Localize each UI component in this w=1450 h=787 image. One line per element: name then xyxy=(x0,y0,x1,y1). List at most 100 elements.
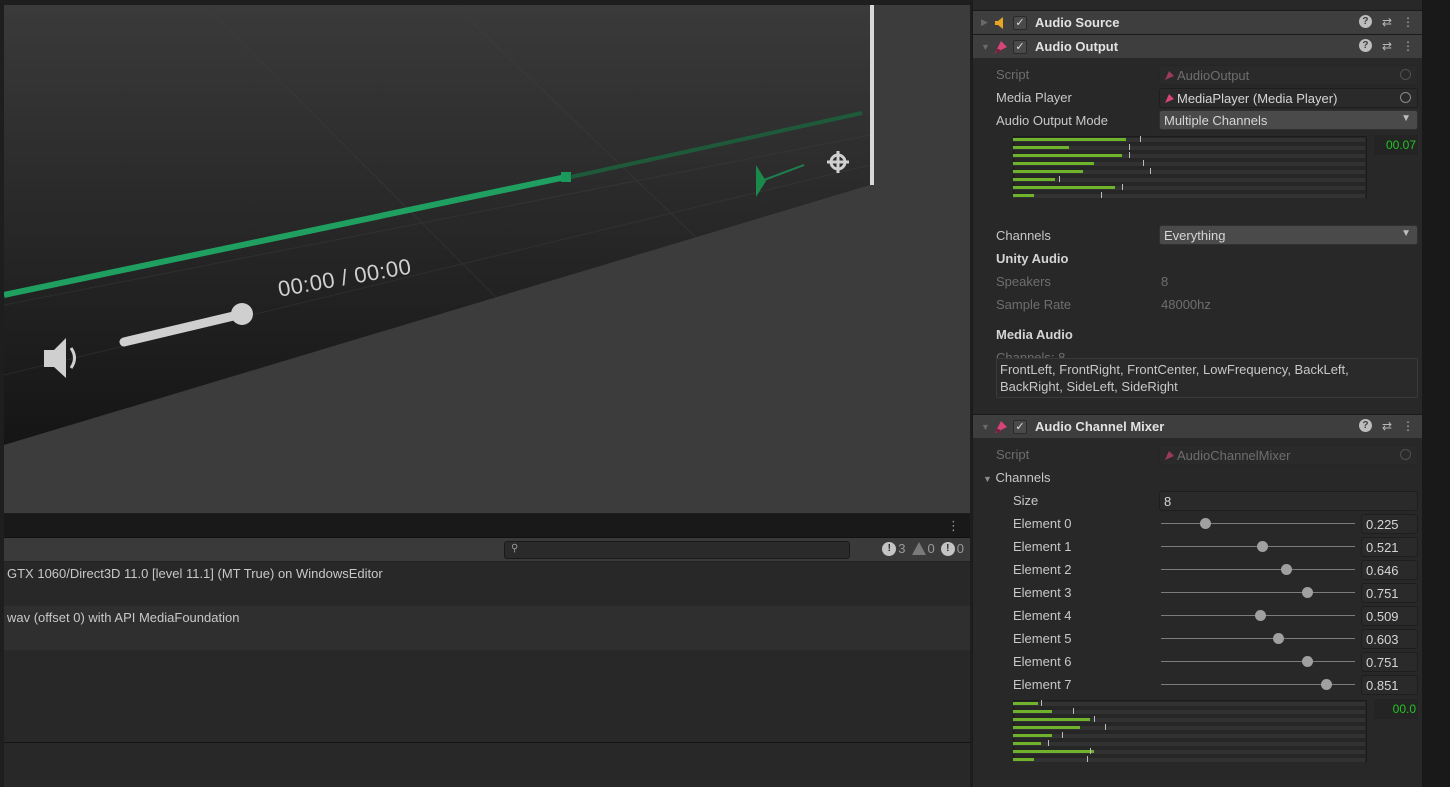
media-player-field[interactable]: MediaPlayer (Media Player) xyxy=(1159,88,1418,108)
audio-source-icon xyxy=(993,15,1009,31)
peak-marker xyxy=(1139,136,1141,142)
element-value-input[interactable]: 0.521 xyxy=(1361,537,1418,557)
size-input[interactable]: 8 xyxy=(1159,491,1418,511)
media-audio-heading: Media Audio xyxy=(996,327,1073,342)
element-slider-track[interactable] xyxy=(1161,564,1355,575)
progress-handle[interactable] xyxy=(561,172,571,182)
log-count: 0 xyxy=(956,541,964,556)
element-value-input[interactable]: 0.225 xyxy=(1361,514,1418,534)
warning-toggle[interactable]: 0 xyxy=(911,541,935,556)
element-slider-knob[interactable] xyxy=(1257,541,1269,552)
channels-dropdown[interactable]: Everything ▼ xyxy=(1159,225,1418,245)
element-slider-knob[interactable] xyxy=(1281,564,1293,575)
audio-output-icon xyxy=(993,39,1009,55)
level-fill xyxy=(1013,734,1052,737)
channel-level-bar xyxy=(1013,152,1365,158)
script-row: Script AudioOutput xyxy=(973,63,1422,86)
help-icon[interactable]: ? xyxy=(1358,15,1372,28)
error-count: 3 xyxy=(898,541,906,556)
element-slider-knob[interactable] xyxy=(1199,518,1211,529)
volume-knob[interactable] xyxy=(231,303,253,325)
foldout-arrow-icon: ▼ xyxy=(983,474,992,484)
element-slider-track[interactable] xyxy=(1161,656,1355,667)
output-level-meter: 00.07 xyxy=(973,132,1422,224)
info-icon: ! xyxy=(940,541,955,556)
console-log-row[interactable]: GTX 1060/Direct3D 11.0 [level 11.1] (MT … xyxy=(4,562,970,606)
foldout-arrow-icon[interactable]: ▶ xyxy=(981,17,993,28)
element-slider-knob[interactable] xyxy=(1254,610,1266,621)
level-fill xyxy=(1013,702,1038,705)
channels-foldout[interactable]: ▼ Channels xyxy=(983,470,1050,485)
mixer-element-row: Element 6 0.751 xyxy=(973,650,1422,673)
error-icon: ! xyxy=(882,541,897,556)
scene-view[interactable]: 00:00 / 00:00 xyxy=(4,5,970,513)
element-slider-track[interactable] xyxy=(1161,610,1355,621)
error-toggle[interactable]: ! 3 xyxy=(882,541,906,556)
audio-output-header[interactable]: ▼ ✓ Audio Output ? ⇄ ⋮ xyxy=(973,34,1422,58)
element-slider-knob[interactable] xyxy=(1301,587,1313,598)
script-icon xyxy=(1164,69,1175,80)
element-value-input[interactable]: 0.603 xyxy=(1361,629,1418,649)
component-menu-icon[interactable]: ⋮ xyxy=(1402,419,1414,433)
channel-level-bar xyxy=(1013,144,1365,150)
peak-marker xyxy=(1093,716,1095,722)
log-toggle[interactable]: ! 0 xyxy=(940,541,964,556)
output-mode-dropdown[interactable]: Multiple Channels ▼ xyxy=(1159,110,1418,130)
level-fill xyxy=(1013,186,1116,189)
foldout-arrow-icon[interactable]: ▼ xyxy=(981,42,993,52)
console-search-input[interactable]: ⚲ xyxy=(504,541,850,559)
channel-level-bar xyxy=(1013,708,1365,714)
mixer-channels-row[interactable]: ▼ Channels xyxy=(973,466,1422,489)
sample-rate-value: 48000hz xyxy=(1161,297,1211,312)
object-picker-icon xyxy=(1400,69,1411,80)
element-value-input[interactable]: 0.751 xyxy=(1361,652,1418,672)
channel-level-bar xyxy=(1013,168,1365,174)
element-label: Element 3 xyxy=(1013,585,1072,600)
element-slider-knob[interactable] xyxy=(1272,633,1284,644)
object-picker-icon[interactable] xyxy=(1400,92,1411,103)
channel-level-bar xyxy=(1013,748,1365,754)
element-slider-track[interactable] xyxy=(1161,679,1355,690)
presets-icon[interactable]: ⇄ xyxy=(1382,419,1392,433)
mixer-element-row: Element 1 0.521 xyxy=(973,535,1422,558)
output-mode-row: Audio Output Mode Multiple Channels ▼ xyxy=(973,109,1422,132)
log-message: wav (offset 0) with API MediaFoundation xyxy=(7,610,240,625)
element-slider-track[interactable] xyxy=(1161,541,1355,552)
component-menu-icon[interactable]: ⋮ xyxy=(1402,39,1414,53)
audio-channel-mixer-header[interactable]: ▼ ✓ Audio Channel Mixer ? ⇄ ⋮ xyxy=(973,414,1422,438)
level-fill xyxy=(1013,162,1094,165)
level-fill xyxy=(1013,170,1084,173)
presets-icon[interactable]: ⇄ xyxy=(1382,39,1392,53)
element-value-input[interactable]: 0.751 xyxy=(1361,583,1418,603)
warning-icon xyxy=(911,542,926,555)
peak-marker xyxy=(1122,184,1124,190)
audio-source-enabled-checkbox[interactable]: ✓ xyxy=(1013,15,1027,30)
console-menu-icon[interactable]: ⋮ xyxy=(947,518,960,534)
peak-marker xyxy=(1062,732,1064,738)
media-player-icon xyxy=(1164,92,1175,103)
element-slider-knob[interactable] xyxy=(1321,679,1333,690)
audio-output-enabled-checkbox[interactable]: ✓ xyxy=(1013,39,1027,54)
console-window: ⋮ ⚲ ! 3 0 ! 0 GTX 1060/Direct3D 11.0 [le… xyxy=(4,514,970,787)
component-menu-icon[interactable]: ⋮ xyxy=(1402,15,1414,29)
element-value-input[interactable]: 0.646 xyxy=(1361,560,1418,580)
element-slider-track[interactable] xyxy=(1161,587,1355,598)
console-log-row[interactable]: wav (offset 0) with API MediaFoundation xyxy=(4,606,970,650)
audio-source-header[interactable]: ▶ ✓ Audio Source ? ⇄ ⋮ xyxy=(973,10,1422,34)
foldout-arrow-icon[interactable]: ▼ xyxy=(981,422,993,432)
peak-marker xyxy=(1058,176,1060,182)
script-icon xyxy=(1164,449,1175,460)
element-value-input[interactable]: 0.851 xyxy=(1361,675,1418,695)
sample-rate-label: Sample Rate xyxy=(996,297,1072,312)
help-icon[interactable]: ? xyxy=(1358,39,1372,52)
element-value-input[interactable]: 0.509 xyxy=(1361,606,1418,626)
presets-icon[interactable]: ⇄ xyxy=(1382,15,1392,29)
element-slider-track[interactable] xyxy=(1161,633,1355,644)
peak-marker xyxy=(1150,168,1152,174)
peak-marker xyxy=(1129,144,1131,150)
help-icon[interactable]: ? xyxy=(1358,419,1372,432)
speakers-value: 8 xyxy=(1161,274,1169,289)
mixer-enabled-checkbox[interactable]: ✓ xyxy=(1013,419,1027,434)
element-slider-track[interactable] xyxy=(1161,518,1355,529)
element-slider-knob[interactable] xyxy=(1301,656,1313,667)
